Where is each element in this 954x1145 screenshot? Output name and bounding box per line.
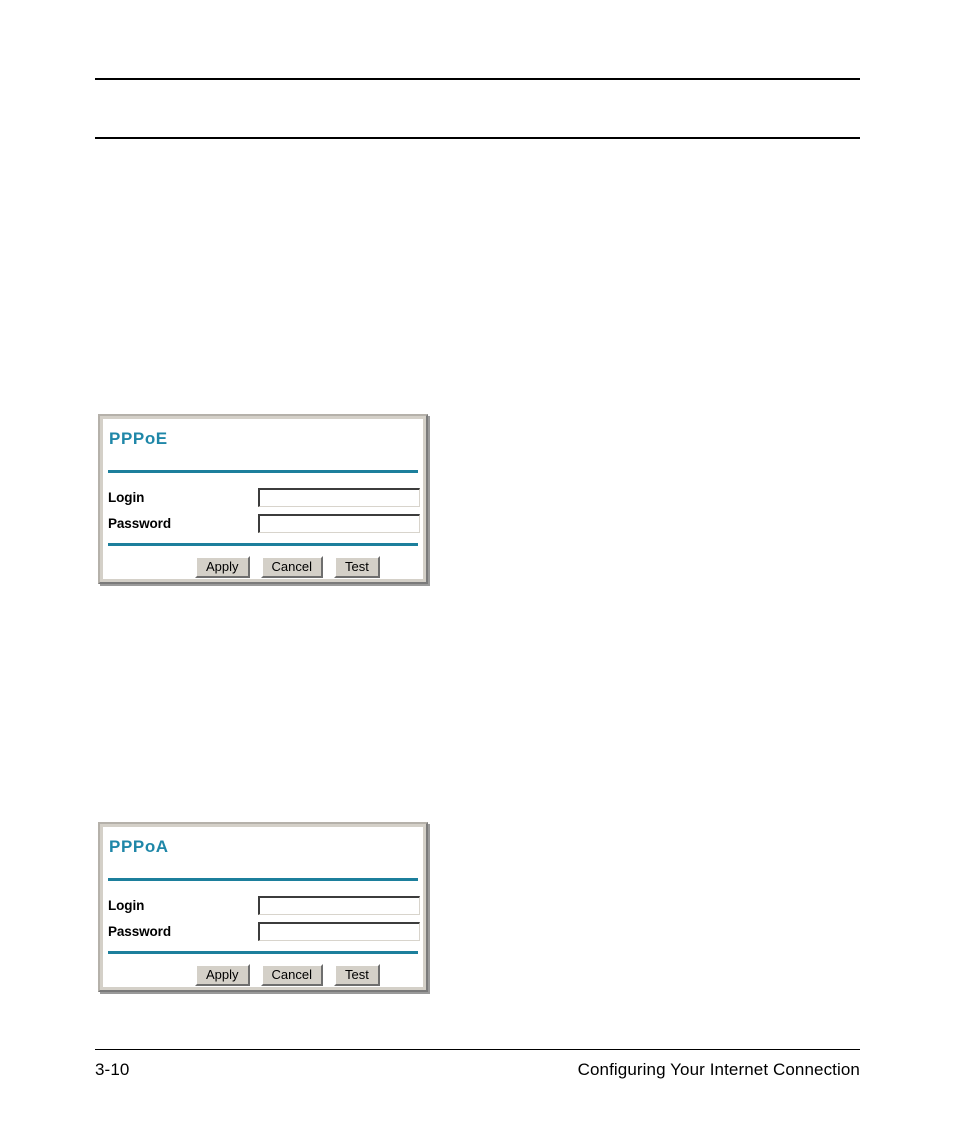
pppoe-password-input[interactable] <box>258 514 420 533</box>
footer-rule <box>95 1049 860 1050</box>
pppoe-login-input[interactable] <box>258 488 420 507</box>
pppoa-panel-body: PPPoA Login Password Apply Cancel Test <box>103 827 423 987</box>
pppoe-login-label: Login <box>108 490 145 505</box>
pppoa-button-row: Apply Cancel Test <box>108 963 420 987</box>
pppoe-login-row: Login <box>108 486 420 509</box>
pppoe-password-label: Password <box>108 516 171 531</box>
pppoe-panel-title: PPPoE <box>109 429 168 448</box>
pppoe-button-row: Apply Cancel Test <box>108 555 420 579</box>
pppoa-cancel-button[interactable]: Cancel <box>260 964 323 986</box>
pppoa-login-row: Login <box>108 894 420 917</box>
footer-page-number: 3-10 <box>95 1060 130 1079</box>
pppoa-login-input[interactable] <box>258 896 420 915</box>
pppoa-divider-bottom <box>108 951 418 954</box>
pppoe-divider-top <box>108 470 418 473</box>
page-footer: 3-10 Configuring Your Internet Connectio… <box>95 1057 860 1083</box>
header-rule-bottom <box>95 137 860 139</box>
pppoe-apply-button[interactable]: Apply <box>195 556 250 578</box>
pppoe-password-row: Password <box>108 512 420 535</box>
footer-chapter-title: Configuring Your Internet Connection <box>577 1060 860 1079</box>
pppoa-login-label: Login <box>108 898 145 913</box>
pppoe-panel-body: PPPoE Login Password Apply Cancel Test <box>103 419 423 579</box>
pppoe-divider-bottom <box>108 543 418 546</box>
pppoe-panel: PPPoE Login Password Apply Cancel Test <box>98 414 428 584</box>
pppoa-panel-title: PPPoA <box>109 837 169 856</box>
pppoa-password-row: Password <box>108 920 420 943</box>
pppoa-panel: PPPoA Login Password Apply Cancel Test <box>98 822 428 992</box>
pppoa-password-label: Password <box>108 924 171 939</box>
pppoa-apply-button[interactable]: Apply <box>195 964 250 986</box>
pppoa-test-button[interactable]: Test <box>334 964 380 986</box>
pppoa-password-input[interactable] <box>258 922 420 941</box>
pppoe-test-button[interactable]: Test <box>334 556 380 578</box>
pppoe-cancel-button[interactable]: Cancel <box>260 556 323 578</box>
pppoa-divider-top <box>108 878 418 881</box>
header-rule-top <box>95 78 860 80</box>
